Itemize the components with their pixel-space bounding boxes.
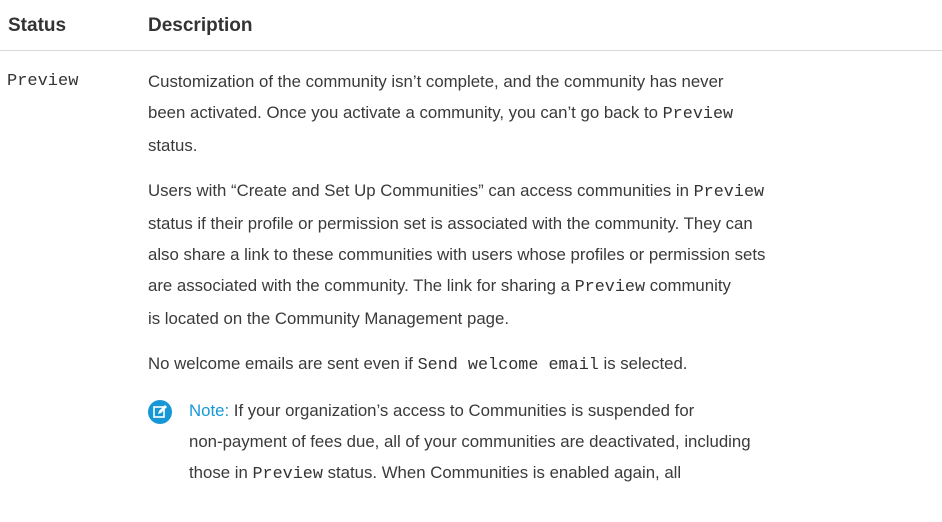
text-span: If your organization’s access to Communi…: [229, 401, 695, 420]
paragraph-line: also share a link to these communities w…: [148, 245, 766, 264]
status-column-header: Status: [8, 15, 67, 36]
status-value: Preview: [7, 72, 79, 91]
text-span: Users with “Create and Set Up Communitie…: [148, 181, 694, 200]
paragraph-line: status if their profile or permission se…: [148, 214, 753, 233]
status-description-table: Status Description Preview Customization…: [0, 0, 942, 484]
text-span: community: [645, 276, 731, 295]
text-span: been activated. Once you activate a comm…: [148, 103, 663, 122]
description-paragraph-1: Customization of the community isn’t com…: [148, 66, 938, 161]
paragraph-line: is located on the Community Management p…: [148, 309, 510, 328]
edit-note-icon: [148, 400, 172, 424]
text-span: those in: [189, 463, 253, 482]
paragraph-line: status.: [148, 136, 198, 155]
description-paragraph-3: No welcome emails are sent even if Send …: [148, 348, 938, 381]
text-span: is selected.: [598, 354, 688, 373]
note-label: Note:: [189, 401, 230, 420]
note-line: Note: If your organization’s access to C…: [189, 395, 938, 426]
inline-code: Preview: [574, 278, 646, 297]
paragraph-line: been activated. Once you activate a comm…: [148, 97, 938, 130]
edit-note-icon-glyph: [153, 405, 167, 418]
note-line: those in Preview status. When Communitie…: [189, 457, 938, 490]
description-cell: Customization of the community isn’t com…: [148, 66, 938, 490]
inline-code: Preview: [662, 105, 734, 124]
table-header-row: Status Description: [0, 0, 942, 51]
inline-code: Preview: [693, 183, 765, 202]
text-span: No welcome emails are sent even if: [148, 354, 418, 373]
text-span: status. When Communities is enabled agai…: [322, 463, 682, 482]
description-column-header: Description: [148, 15, 253, 36]
paragraph-line: are associated with the community. The l…: [148, 270, 938, 303]
note-callout: Note: If your organization’s access to C…: [148, 395, 938, 490]
inline-code: Preview: [252, 465, 323, 484]
paragraph-line: Customization of the community isn’t com…: [148, 72, 724, 91]
text-span: are associated with the community. The l…: [148, 276, 575, 295]
description-paragraph-2: Users with “Create and Set Up Communitie…: [148, 175, 938, 334]
note-line: non-payment of fees due, all of your com…: [189, 432, 751, 451]
paragraph-line: No welcome emails are sent even if Send …: [148, 348, 938, 381]
inline-code: Send welcome email: [417, 356, 599, 375]
paragraph-line: Users with “Create and Set Up Communitie…: [148, 175, 938, 208]
